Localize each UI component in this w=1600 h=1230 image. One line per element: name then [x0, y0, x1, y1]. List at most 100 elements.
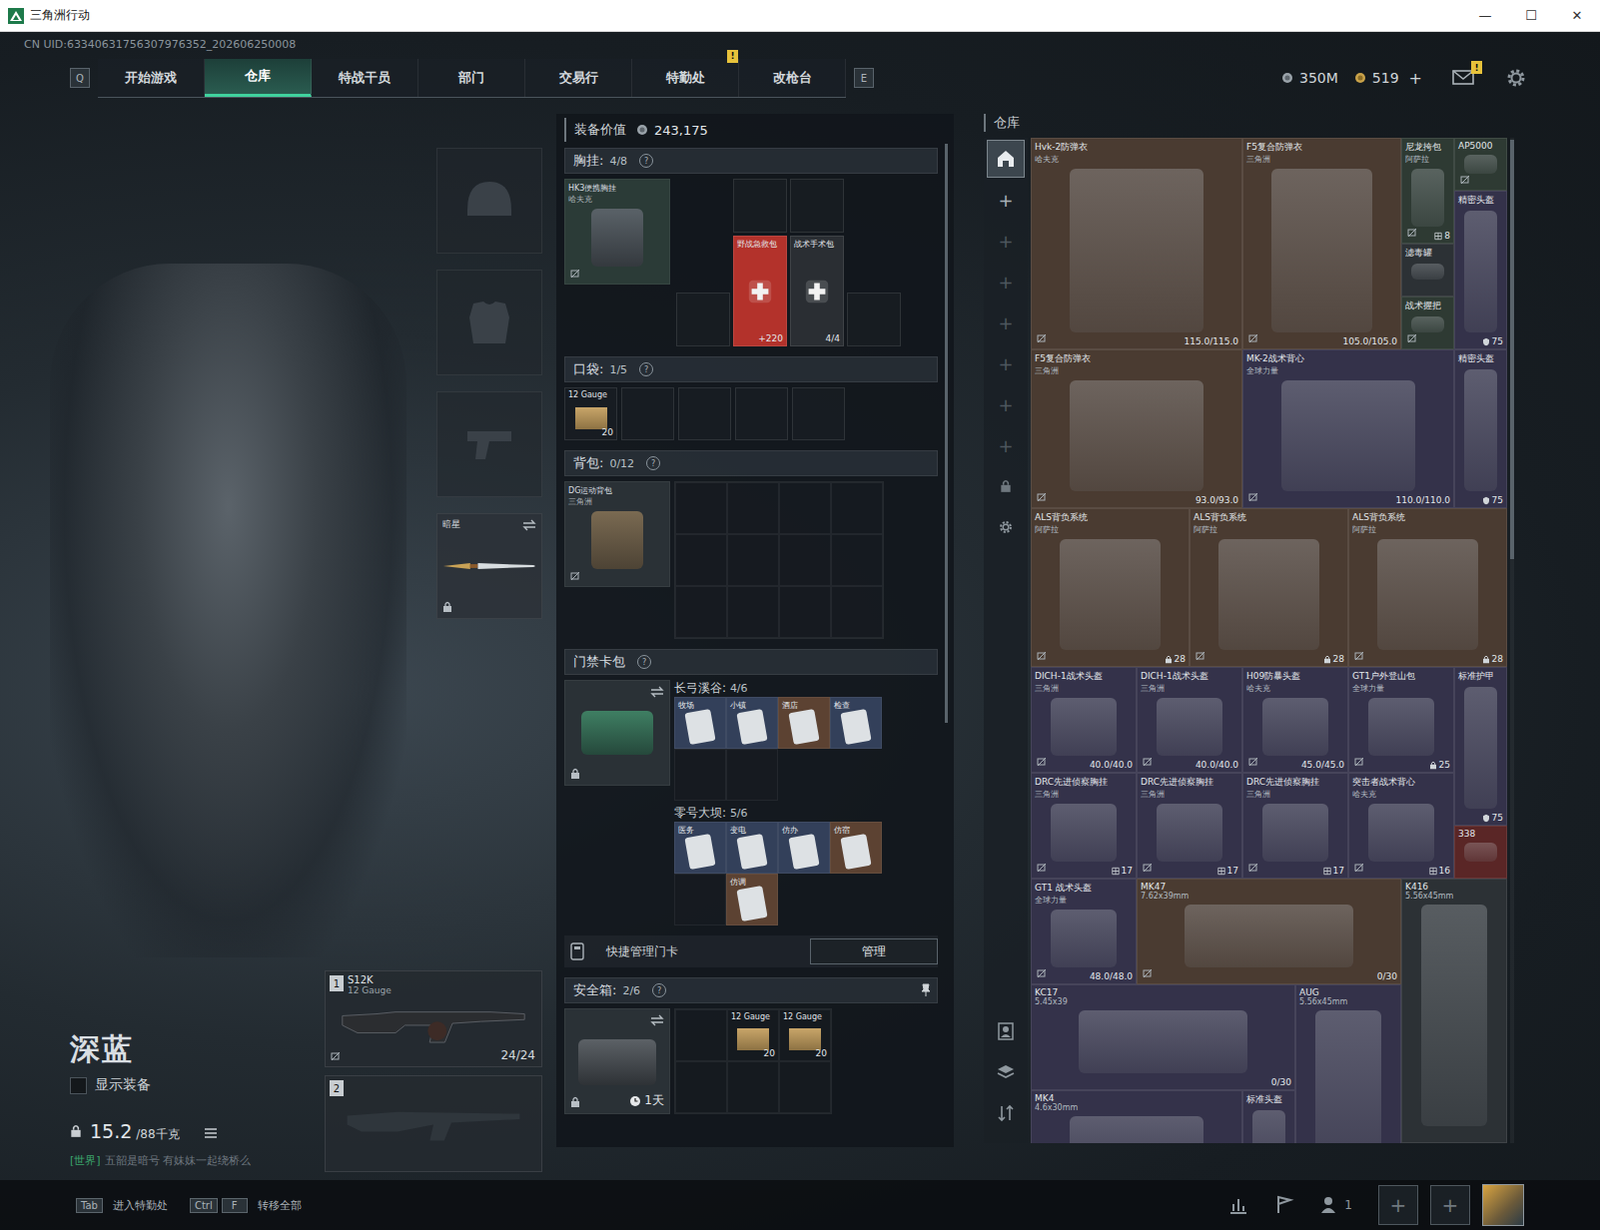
warehouse-item[interactable]: 标准护甲75 — [1454, 667, 1508, 826]
empty-cell[interactable] — [727, 1061, 780, 1114]
chest-rig-item[interactable]: HK3便携胸挂哈夫克 — [564, 178, 671, 285]
warehouse-item[interactable]: MK-2战术背心全球力量110.0/110.0 — [1242, 349, 1455, 509]
warehouse-item[interactable]: K4165.56x45mm — [1401, 878, 1508, 1144]
empty-cell[interactable] — [675, 482, 728, 535]
warehouse-item[interactable]: 精密头盔75 — [1454, 349, 1508, 509]
keycard[interactable]: 仿调 — [726, 873, 779, 926]
safe-box-item[interactable]: 1天 — [564, 1008, 671, 1115]
empty-cell[interactable] — [675, 1061, 728, 1114]
nav-tab[interactable]: 特勤处! — [632, 58, 740, 97]
warehouse-item[interactable]: ALS背负系统阿萨拉28 — [1189, 508, 1349, 668]
empty-cell[interactable] — [846, 292, 901, 347]
swap-icon[interactable] — [650, 1014, 665, 1027]
keycard-holder[interactable] — [564, 680, 671, 787]
empty-cell[interactable] — [779, 534, 831, 587]
med-item[interactable]: 战术手术包4/4 — [790, 235, 844, 347]
warehouse-tab[interactable]: + — [986, 262, 1025, 301]
warehouse-tab[interactable]: + — [986, 344, 1025, 383]
warehouse-tab[interactable] — [986, 467, 1025, 506]
warehouse-tab[interactable]: + — [986, 426, 1025, 465]
help-button[interactable]: ? — [652, 983, 667, 998]
empty-cell[interactable] — [678, 387, 732, 441]
warehouse-tab[interactable] — [986, 508, 1025, 547]
empty-cell[interactable] — [790, 178, 844, 233]
keycard[interactable]: 仿宿 — [829, 821, 882, 874]
warehouse-item[interactable]: 精密头盔75 — [1454, 190, 1508, 350]
help-button[interactable]: ? — [639, 153, 654, 168]
settings-gear-icon[interactable] — [1506, 67, 1527, 88]
warehouse-item[interactable]: 338 — [1454, 825, 1508, 879]
mail-button[interactable]: ! — [1452, 68, 1477, 87]
help-button[interactable]: ? — [646, 456, 661, 471]
empty-cell[interactable] — [830, 586, 883, 639]
swap-icon[interactable] — [522, 519, 537, 532]
warehouse-item[interactable]: F5复合防弹衣三角洲105.0/105.0 — [1242, 137, 1402, 350]
weapon-slot[interactable]: 2 — [324, 1075, 543, 1173]
warehouse-item[interactable]: MK477.62x39mm0/30 — [1136, 878, 1402, 985]
empty-cell[interactable] — [727, 586, 780, 639]
warehouse-item[interactable]: DICH-1战术头盔三角洲40.0/40.0 — [1136, 667, 1243, 774]
nav-tab[interactable]: 开始游戏 — [97, 58, 205, 97]
empty-cell[interactable] — [830, 482, 883, 535]
nav-tab[interactable]: 特战干员 — [311, 58, 419, 97]
scrollbar[interactable] — [1510, 137, 1515, 1144]
warehouse-item[interactable]: DICH-1战术头盔三角洲40.0/40.0 — [1030, 667, 1137, 774]
show-gear-toggle[interactable]: 显示装备 — [69, 1076, 325, 1095]
warehouse-item[interactable]: GT1 战术头盔全球力量48.0/48.0 — [1030, 878, 1137, 985]
warehouse-tab[interactable] — [986, 139, 1025, 178]
keycard[interactable]: 酒店 — [778, 697, 830, 750]
empty-cell[interactable] — [830, 534, 883, 587]
warehouse-item[interactable]: AUG5.56x45mm — [1295, 984, 1402, 1144]
warehouse-item[interactable]: DRC先进侦察胸挂三角洲17 — [1136, 773, 1243, 879]
window-control[interactable]: — — [1462, 0, 1509, 31]
warehouse-item[interactable]: MK44.6x30mm — [1030, 1090, 1243, 1144]
nav-tab[interactable]: 仓库 — [204, 58, 312, 97]
warehouse-tool[interactable] — [986, 1053, 1025, 1092]
keycard[interactable]: 仿办 — [778, 821, 830, 874]
empty-cell[interactable] — [621, 387, 675, 441]
help-button[interactable]: ? — [637, 655, 652, 670]
warehouse-tab[interactable]: + — [986, 180, 1025, 219]
warehouse-item[interactable]: 滤毒罐 — [1401, 243, 1455, 297]
friends-button[interactable]: 1 — [1320, 1195, 1367, 1216]
empty-cell[interactable] — [779, 586, 831, 639]
warehouse-item[interactable]: 突击者战术背心哈夫克16 — [1348, 773, 1455, 879]
gear-slot[interactable] — [436, 147, 543, 254]
flag-icon[interactable] — [1274, 1195, 1295, 1216]
backpack-item[interactable]: DG运动背包三角洲 — [564, 481, 671, 588]
gear-slot[interactable]: 暗星 — [436, 513, 543, 620]
party-slot[interactable]: + — [1430, 1185, 1471, 1226]
warehouse-item[interactable]: ALS背负系统阿萨拉28 — [1030, 508, 1190, 668]
gear-slot[interactable] — [436, 391, 543, 498]
keycard[interactable]: 小镇 — [726, 697, 779, 750]
party-slot[interactable]: + — [1378, 1185, 1419, 1226]
keycard[interactable]: 医务 — [674, 821, 727, 874]
warehouse-tab[interactable]: + — [986, 221, 1025, 260]
empty-cell[interactable] — [676, 292, 731, 347]
ammo-item[interactable]: 12 Gauge20 — [727, 1009, 780, 1062]
help-button[interactable]: ? — [639, 362, 654, 377]
empty-cell[interactable] — [779, 1061, 831, 1114]
empty-cell[interactable] — [674, 749, 727, 801]
empty-cell[interactable] — [733, 178, 788, 233]
gear-slot[interactable] — [436, 269, 543, 376]
warehouse-tab[interactable]: + — [986, 385, 1025, 424]
window-control[interactable]: ☐ — [1508, 0, 1555, 31]
nav-tab[interactable]: 交易行 — [525, 58, 633, 97]
empty-cell[interactable] — [727, 534, 780, 587]
empty-cell[interactable] — [792, 387, 845, 441]
pin-icon[interactable] — [920, 983, 931, 998]
window-control[interactable]: ✕ — [1554, 0, 1600, 31]
empty-cell[interactable] — [675, 1009, 728, 1062]
empty-cell[interactable] — [675, 586, 728, 639]
ammo-item[interactable]: 12 Gauge20 — [779, 1009, 831, 1062]
manage-button[interactable]: 管理 — [809, 938, 938, 965]
empty-cell[interactable] — [726, 749, 779, 801]
warehouse-item[interactable]: 战术握把 — [1401, 296, 1455, 350]
player-avatar[interactable] — [1482, 1184, 1525, 1227]
warehouse-item[interactable]: Hvk-2防弹衣哈夫克115.0/115.0 — [1030, 137, 1243, 350]
stats-icon[interactable] — [1228, 1195, 1249, 1216]
empty-cell[interactable] — [735, 387, 789, 441]
keycard[interactable]: 检查 — [829, 697, 882, 750]
warehouse-item[interactable]: H09防暴头盔哈夫克45.0/45.0 — [1242, 667, 1349, 774]
